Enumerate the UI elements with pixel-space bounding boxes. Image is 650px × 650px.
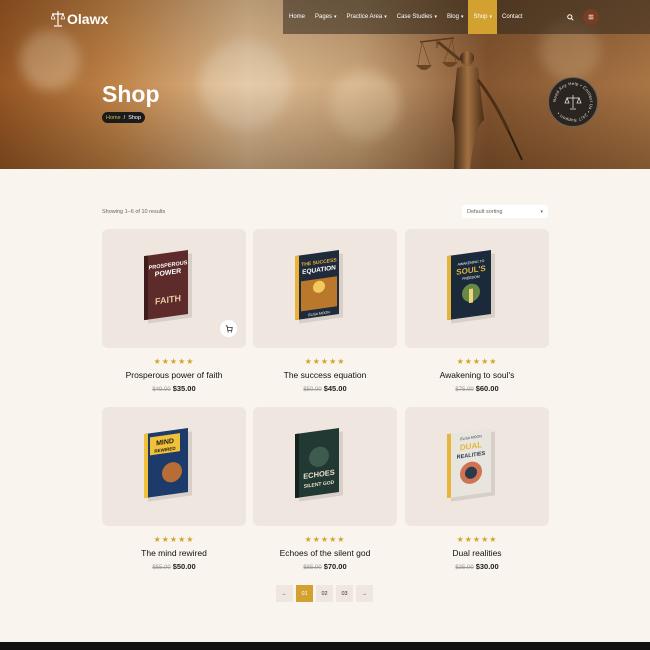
rating-stars: ★★★★★ bbox=[456, 357, 498, 366]
nav-item-blog[interactable]: Blog ▾ bbox=[442, 0, 469, 34]
chevron-down-icon: ▾ bbox=[489, 14, 493, 20]
product-card[interactable]: THE SUCCESS EQUATION ELISA MOON ★★★★★ Th… bbox=[253, 229, 397, 393]
nav-item-home[interactable]: Home bbox=[284, 0, 310, 34]
scales-logo-icon bbox=[51, 11, 65, 27]
product-card[interactable]: ECHOES SILENT GOD ★★★★★ Echoes of the si… bbox=[253, 407, 397, 571]
product-price: $35.00 $30.00 bbox=[405, 562, 549, 571]
product-image[interactable]: PROSPEROUS POWER FAITH bbox=[102, 229, 246, 348]
nav-label: Contact bbox=[502, 14, 523, 20]
breadcrumb-current: Shop bbox=[128, 114, 142, 121]
help-seal[interactable]: Need Any Help • Contact Us • 24/7 Suppor… bbox=[548, 77, 598, 127]
hamburger-icon[interactable] bbox=[583, 9, 599, 25]
product-name[interactable]: Echoes of the silent god bbox=[253, 548, 397, 558]
product-price: $85.00 $70.00 bbox=[253, 562, 397, 571]
cart-icon bbox=[225, 324, 233, 333]
chevron-down-icon: ▾ bbox=[384, 14, 387, 20]
sale-price: $35.00 bbox=[172, 384, 196, 393]
nav-item-pages[interactable]: Pages ▾ bbox=[310, 0, 342, 34]
page-button-1[interactable]: 01 bbox=[296, 585, 313, 602]
page-hero: Olawx Home Pages ▾ Practice Area ▾ Case St… bbox=[0, 0, 650, 169]
old-price: $75.00 bbox=[455, 387, 474, 393]
product-name[interactable]: The success equation bbox=[253, 370, 397, 380]
product-name[interactable]: Awakening to soul's bbox=[405, 370, 549, 380]
seal-ring: Need Any Help • Contact Us • 24/7 Suppor… bbox=[552, 81, 594, 123]
product-name[interactable]: Dual realities bbox=[405, 548, 549, 558]
nav-label: Pages bbox=[315, 14, 333, 20]
nav-label: Shop bbox=[473, 14, 488, 20]
page-button-3[interactable]: 03 bbox=[336, 585, 353, 602]
rating-stars: ★★★★★ bbox=[304, 357, 346, 366]
sort-value: Default sorting bbox=[467, 208, 503, 215]
product-image[interactable]: ELISA MOON DUAL REALITIES bbox=[405, 407, 549, 526]
sort-select[interactable]: Default sorting ▾ bbox=[462, 205, 548, 218]
nav-item-practice-area[interactable]: Practice Area ▾ bbox=[342, 0, 392, 34]
old-price: $35.00 bbox=[455, 565, 474, 571]
prev-page-button[interactable]: ← bbox=[276, 585, 293, 602]
product-name[interactable]: The mind rewired bbox=[102, 548, 246, 558]
rating-stars: ★★★★★ bbox=[153, 535, 195, 544]
brand-name: Olawx bbox=[67, 11, 109, 27]
chevron-down-icon: ▾ bbox=[540, 208, 543, 215]
book-cover-mind-rewired: MIND REWIRED bbox=[144, 427, 192, 502]
old-price: $55.00 bbox=[152, 565, 171, 571]
nav-label: Case Studies bbox=[396, 14, 433, 20]
chevron-down-icon: ▾ bbox=[434, 14, 437, 20]
sale-price: $45.00 bbox=[323, 384, 347, 393]
nav-actions bbox=[563, 9, 599, 25]
old-price: $50.00 bbox=[303, 387, 322, 393]
results-count: Showing 1–6 of 10 results bbox=[102, 209, 166, 215]
nav-item-shop[interactable]: Shop ▾ bbox=[468, 0, 498, 34]
sale-price: $70.00 bbox=[323, 562, 347, 571]
rating-stars: ★★★★★ bbox=[304, 535, 346, 544]
page-title: Shop bbox=[102, 81, 160, 107]
brand-logo[interactable]: Olawx bbox=[51, 10, 108, 28]
product-price: $75.00 $60.00 bbox=[405, 384, 549, 393]
book-cover-dual-realities: ELISA MOON DUAL REALITIES bbox=[447, 427, 495, 502]
nav-label: Practice Area bbox=[346, 14, 383, 20]
site-footer bbox=[0, 642, 650, 650]
breadcrumb-separator: / bbox=[123, 114, 126, 121]
sale-price: $30.00 bbox=[475, 562, 499, 571]
nav-item-case-studies[interactable]: Case Studies ▾ bbox=[392, 0, 442, 34]
nav-label: Blog bbox=[446, 14, 459, 20]
rating-stars: ★★★★★ bbox=[456, 535, 498, 544]
breadcrumb-home[interactable]: Home bbox=[106, 115, 121, 121]
chevron-down-icon: ▾ bbox=[460, 14, 464, 20]
product-price: $49.00 $35.00 bbox=[102, 384, 246, 393]
search-icon[interactable] bbox=[563, 9, 577, 25]
nav-item-contact[interactable]: Contact bbox=[497, 0, 528, 34]
lady-justice-statue bbox=[416, 37, 523, 169]
product-card[interactable]: AWAKENING TO SOUL'S FREEDOM ★★★★★ Awaken… bbox=[405, 229, 549, 393]
page-button-2[interactable]: 02 bbox=[316, 585, 333, 602]
book-cover-success-equation: THE SUCCESS EQUATION ELISA MOON bbox=[295, 249, 343, 324]
product-price: $55.00 $50.00 bbox=[102, 562, 246, 571]
add-to-cart-button[interactable] bbox=[220, 320, 237, 337]
old-price: $49.00 bbox=[152, 387, 171, 393]
old-price: $85.00 bbox=[303, 565, 322, 571]
product-image[interactable]: THE SUCCESS EQUATION ELISA MOON bbox=[253, 229, 397, 348]
sale-price: $60.00 bbox=[475, 384, 499, 393]
sale-price: $50.00 bbox=[172, 562, 196, 571]
product-card[interactable]: ELISA MOON DUAL REALITIES ★★★★★ Dual rea… bbox=[405, 407, 549, 571]
pagination: ← 01 02 03 → bbox=[276, 585, 373, 602]
product-image[interactable]: AWAKENING TO SOUL'S FREEDOM bbox=[405, 229, 549, 348]
breadcrumb: Home / Shop bbox=[102, 112, 146, 123]
product-image[interactable]: ECHOES SILENT GOD bbox=[253, 407, 397, 526]
product-price: $50.00 $45.00 bbox=[253, 384, 397, 393]
nav-label: Home bbox=[289, 14, 306, 20]
next-page-button[interactable]: → bbox=[356, 585, 373, 602]
book-cover-echoes: ECHOES SILENT GOD bbox=[295, 427, 343, 502]
book-cover-souls-freedom: AWAKENING TO SOUL'S FREEDOM bbox=[447, 249, 495, 324]
product-card[interactable]: PROSPEROUS POWER FAITH ★★★★★ Prosperous … bbox=[102, 229, 246, 393]
rating-stars: ★★★★★ bbox=[153, 357, 195, 366]
product-name[interactable]: Prosperous power of faith bbox=[102, 370, 246, 380]
scales-icon bbox=[564, 95, 582, 110]
chevron-down-icon: ▾ bbox=[334, 14, 337, 20]
product-image[interactable]: MIND REWIRED bbox=[102, 407, 246, 526]
book-cover-prosperous-power: PROSPEROUS POWER FAITH bbox=[144, 249, 192, 324]
product-card[interactable]: MIND REWIRED ★★★★★ The mind rewired $55.… bbox=[102, 407, 246, 571]
